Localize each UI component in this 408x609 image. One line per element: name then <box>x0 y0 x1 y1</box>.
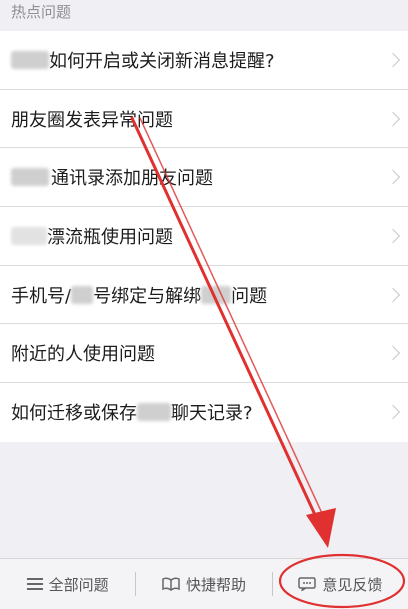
chevron-right-icon <box>385 170 401 185</box>
help-screen: 热点问题 如何开启或关闭新消息提醒? 朋友圈发表异常问题 通讯录添加朋友问题 漂… <box>0 0 408 609</box>
question-label-part1: 如何迁移或保存 <box>11 403 137 425</box>
redacted-text <box>11 226 47 245</box>
section-header: 热点问题 <box>11 3 72 21</box>
question-label: 漂流瓶使用问题 <box>47 226 173 248</box>
redacted-text <box>137 403 171 422</box>
chevron-right-icon <box>385 52 401 67</box>
question-row-phone-binding[interactable]: 手机号/ 号绑定与解绑 问题 <box>0 266 408 325</box>
question-row-contacts[interactable]: 通讯录添加朋友问题 <box>0 148 408 208</box>
chevron-right-icon <box>385 228 401 243</box>
question-label-part2: 聊天记录? <box>171 403 253 425</box>
chevron-right-icon <box>385 346 401 361</box>
chevron-right-icon <box>385 111 401 126</box>
chevron-right-icon <box>385 405 401 420</box>
feedback-label: 意见反馈 <box>322 575 383 594</box>
redacted-text <box>11 50 49 69</box>
redacted-text <box>71 285 94 304</box>
question-row-drift-bottle[interactable]: 漂流瓶使用问题 <box>0 207 408 266</box>
chevron-right-icon <box>385 287 401 302</box>
question-row-chat-history[interactable]: 如何迁移或保存 聊天记录? <box>0 383 408 442</box>
quick-help-button[interactable]: 快捷帮助 <box>136 559 271 609</box>
question-label: 如何开启或关闭新消息提醒? <box>49 50 275 72</box>
bottom-toolbar: 全部问题 快捷帮助 意见反馈 <box>0 558 408 609</box>
question-row-notifications[interactable]: 如何开启或关闭新消息提醒? <box>0 31 408 90</box>
annotation-arrow-head <box>306 508 336 548</box>
redacted-text <box>201 285 232 304</box>
chat-bubble-icon <box>298 577 317 591</box>
book-icon <box>162 577 180 591</box>
all-questions-label: 全部问题 <box>48 575 109 594</box>
hot-questions-list: 如何开启或关闭新消息提醒? 朋友圈发表异常问题 通讯录添加朋友问题 漂流瓶使用问… <box>0 31 408 442</box>
question-label: 通讯录添加朋友问题 <box>51 168 213 190</box>
question-label-part3: 问题 <box>231 285 268 307</box>
question-label-part1: 手机号/ <box>11 285 72 307</box>
redacted-text <box>11 168 49 187</box>
question-row-people-nearby[interactable]: 附近的人使用问题 <box>0 324 408 384</box>
question-label: 朋友圈发表异常问题 <box>11 109 173 131</box>
question-label: 附近的人使用问题 <box>11 344 155 366</box>
feedback-button[interactable]: 意见反馈 <box>273 559 408 609</box>
question-label-part2: 号绑定与解绑 <box>93 285 202 307</box>
question-row-moments[interactable]: 朋友圈发表异常问题 <box>0 90 408 149</box>
all-questions-button[interactable]: 全部问题 <box>0 559 135 609</box>
list-icon <box>26 578 43 590</box>
quick-help-label: 快捷帮助 <box>185 575 246 594</box>
